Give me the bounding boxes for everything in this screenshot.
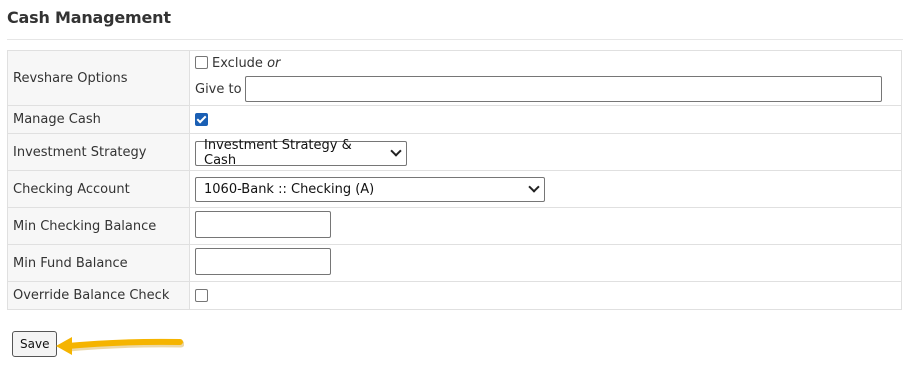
- min-checking-balance-label: Min Checking Balance: [7, 207, 190, 245]
- save-button[interactable]: Save: [12, 331, 58, 357]
- override-balance-check-row: Override Balance Check: [7, 281, 902, 310]
- checking-account-select[interactable]: 1060-Bank :: Checking (A): [195, 176, 545, 202]
- revshare-row: Revshare Options Exclude or Give to: [7, 50, 902, 106]
- investment-strategy-selected: Investment Strategy & Cash: [204, 138, 352, 169]
- min-fund-balance-label: Min Fund Balance: [7, 244, 190, 282]
- checking-account-selected: 1060-Bank :: Checking (A): [204, 181, 375, 197]
- arrow-left-icon: [56, 337, 184, 355]
- revshare-value-cell: Exclude or Give to: [189, 50, 902, 106]
- investment-strategy-value-cell: Investment Strategy & Cash: [189, 133, 902, 171]
- revshare-label: Revshare Options: [7, 50, 190, 106]
- min-fund-balance-input[interactable]: [195, 247, 331, 275]
- investment-strategy-row: Investment Strategy Investment Strategy …: [7, 133, 902, 171]
- give-to-label: Give to: [195, 81, 242, 97]
- min-checking-balance-value-cell: [189, 207, 902, 245]
- cash-management-form: Revshare Options Exclude or Give to Mana…: [7, 50, 902, 310]
- override-balance-check-value-cell: [189, 281, 902, 310]
- exclude-checkbox[interactable]: [195, 55, 208, 69]
- override-balance-check-label: Override Balance Check: [7, 281, 190, 310]
- manage-cash-label: Manage Cash: [7, 105, 190, 134]
- min-checking-balance-row: Min Checking Balance: [7, 207, 902, 245]
- section-title: Cash Management: [7, 8, 171, 27]
- manage-cash-value-cell: [189, 105, 902, 134]
- min-fund-balance-value-cell: [189, 244, 902, 282]
- or-text: or: [267, 56, 281, 71]
- min-fund-balance-row: Min Fund Balance: [7, 244, 902, 282]
- exclude-line: Exclude or: [195, 55, 901, 74]
- checking-account-label: Checking Account: [7, 170, 190, 208]
- override-balance-check-checkbox[interactable]: [195, 289, 208, 302]
- manage-cash-row: Manage Cash: [7, 105, 902, 134]
- investment-strategy-label: Investment Strategy: [7, 133, 190, 171]
- investment-strategy-select[interactable]: Investment Strategy & Cash: [195, 138, 407, 169]
- manage-cash-checkbox[interactable]: [195, 113, 208, 126]
- min-checking-balance-input[interactable]: [195, 210, 331, 238]
- checking-account-row: Checking Account 1060-Bank :: Checking (…: [7, 170, 902, 208]
- give-to-line: Give to: [195, 76, 901, 102]
- exclude-label: Exclude: [212, 56, 263, 71]
- give-to-input[interactable]: [244, 76, 882, 102]
- chevron-down-icon: [528, 181, 540, 193]
- title-divider: [7, 39, 903, 40]
- checking-account-value-cell: 1060-Bank :: Checking (A): [189, 170, 902, 208]
- chevron-down-icon: [390, 145, 402, 157]
